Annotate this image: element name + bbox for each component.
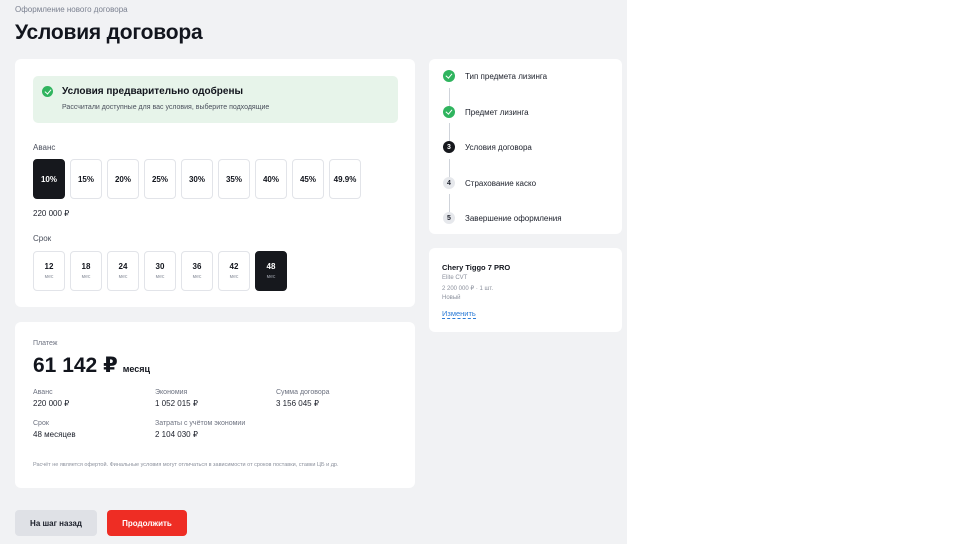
terms-card: Условия предварительно одобрены Рассчита… — [15, 59, 415, 307]
payment-label: Платеж — [33, 340, 58, 347]
term-option-value: 48 — [266, 262, 276, 271]
step-item: 4 Страхование каско — [443, 177, 536, 189]
detail-value: 3 156 045 ₽ — [276, 399, 319, 408]
term-option-unit: мес — [44, 274, 54, 280]
term-option-value: 12 — [44, 262, 54, 271]
advance-option-label: 49.9% — [333, 174, 357, 184]
advance-option-label: 20% — [114, 174, 131, 184]
advance-option[interactable]: 20% — [107, 159, 139, 199]
detail-costs-with-savings: Затраты с учётом экономии 2 104 030 ₽ — [155, 420, 245, 439]
continue-button[interactable]: Продолжить — [107, 510, 187, 536]
step-label: Условия договора — [465, 142, 532, 152]
advance-option-label: 10% — [40, 174, 57, 184]
back-button[interactable]: На шаг назад — [15, 510, 97, 536]
step-label: Завершение оформления — [465, 213, 562, 223]
term-options: 12 мес 18 мес 24 мес 30 мес 36 мес 42 мес 48 мес — [33, 251, 287, 291]
step-item: 5 Завершение оформления — [443, 212, 562, 224]
payment-amount-row: 61 142 ₽ месяц — [33, 353, 150, 378]
steps-card: Тип предмета лизинга Предмет лизинга 3 У… — [429, 59, 622, 234]
advance-option-label: 25% — [151, 174, 168, 184]
step-number: 5 — [443, 212, 455, 224]
item-price: 2 200 000 ₽ · 1 шт. — [442, 286, 494, 292]
advance-option[interactable]: 45% — [292, 159, 324, 199]
detail-key: Сумма договора — [276, 389, 330, 396]
step-number: 3 — [443, 141, 455, 153]
step-label: Предмет лизинга — [465, 107, 529, 117]
detail-value: 1 052 015 ₽ — [155, 399, 198, 408]
advance-option[interactable]: 25% — [144, 159, 176, 199]
advance-label: Аванс — [33, 143, 56, 152]
advance-option[interactable]: 49.9% — [329, 159, 361, 199]
app-area: Оформление нового договора Условия догов… — [0, 0, 627, 544]
step-item[interactable]: Предмет лизинга — [443, 106, 529, 118]
term-option[interactable]: 36 мес — [181, 251, 213, 291]
term-label: Срок — [33, 234, 52, 243]
detail-key: Затраты с учётом экономии — [155, 420, 246, 427]
disclaimer: Расчёт не является офертой. Финальные ус… — [33, 462, 339, 468]
step-label: Страхование каско — [465, 178, 537, 188]
term-option[interactable]: 42 мес — [218, 251, 250, 291]
detail-key: Срок — [33, 420, 49, 427]
check-circle-icon — [42, 86, 53, 97]
term-option-value: 30 — [155, 262, 165, 271]
term-option[interactable]: 30 мес — [144, 251, 176, 291]
step-label: Тип предмета лизинга — [465, 71, 548, 81]
detail-contract-sum: Сумма договора 3 156 045 ₽ — [276, 389, 330, 408]
advance-option[interactable]: 40% — [255, 159, 287, 199]
step-item[interactable]: Тип предмета лизинга — [443, 70, 547, 82]
term-option[interactable]: 12 мес — [33, 251, 65, 291]
detail-value: 220 000 ₽ — [33, 399, 70, 408]
term-option-unit: мес — [229, 274, 239, 280]
step-number: 4 — [443, 177, 455, 189]
item-title: Chery Tiggo 7 PRO — [442, 263, 511, 272]
check-icon — [443, 106, 455, 118]
payment-period: месяц — [122, 364, 151, 374]
detail-term: Срок 48 месяцев — [33, 420, 76, 439]
approval-title: Условия предварительно одобрены — [62, 86, 244, 97]
advance-option-label: 30% — [188, 174, 205, 184]
check-icon — [443, 70, 455, 82]
detail-savings: Экономия 1 052 015 ₽ — [155, 389, 198, 408]
advance-option[interactable]: 30% — [181, 159, 213, 199]
item-trim: Elite CVT — [442, 275, 468, 281]
page-title: Условия договора — [15, 21, 203, 44]
term-option-unit: мес — [81, 274, 91, 280]
advance-option-label: 40% — [262, 174, 279, 184]
item-condition: Новый — [442, 295, 461, 301]
term-option-value: 42 — [229, 262, 239, 271]
approval-subtitle: Рассчитали доступные для вас условия, вы… — [62, 104, 270, 111]
step-item-current: 3 Условия договора — [443, 141, 532, 153]
approval-banner: Условия предварительно одобрены Рассчита… — [33, 76, 398, 123]
detail-value: 48 месяцев — [33, 430, 76, 439]
advance-option[interactable]: 15% — [70, 159, 102, 199]
blank-area — [627, 0, 968, 544]
term-option-unit: мес — [118, 274, 128, 280]
advance-option-label: 35% — [225, 174, 242, 184]
detail-key: Экономия — [155, 389, 188, 396]
term-option[interactable]: 24 мес — [107, 251, 139, 291]
payment-card: Платеж 61 142 ₽ месяц Аванс 220 000 ₽ Эк… — [15, 322, 415, 488]
advance-option[interactable]: 35% — [218, 159, 250, 199]
payment-amount: 61 142 ₽ — [33, 354, 118, 377]
detail-advance: Аванс 220 000 ₽ — [33, 389, 69, 408]
detail-key: Аванс — [33, 389, 53, 396]
term-option-value: 36 — [192, 262, 202, 271]
term-option[interactable]: 18 мес — [70, 251, 102, 291]
breadcrumb: Оформление нового договора — [15, 5, 128, 14]
leasing-item-card: Chery Tiggo 7 PRO Elite CVT 2 200 000 ₽ … — [429, 248, 622, 332]
term-option-value: 18 — [81, 262, 91, 271]
advance-option[interactable]: 10% — [33, 159, 65, 199]
detail-value: 2 104 030 ₽ — [155, 430, 198, 439]
term-option-unit: мес — [192, 274, 202, 280]
advance-option-label: 15% — [77, 174, 94, 184]
advance-amount: 220 000 ₽ — [33, 209, 70, 218]
change-item-link[interactable]: Изменить — [442, 309, 476, 319]
term-option[interactable]: 48 мес — [255, 251, 287, 291]
term-option-unit: мес — [266, 274, 276, 280]
term-option-unit: мес — [155, 274, 165, 280]
term-option-value: 24 — [118, 262, 128, 271]
advance-option-label: 45% — [299, 174, 316, 184]
advance-options: 10% 15% 20% 25% 30% 35% 40% 45% 49.9% — [33, 159, 361, 199]
